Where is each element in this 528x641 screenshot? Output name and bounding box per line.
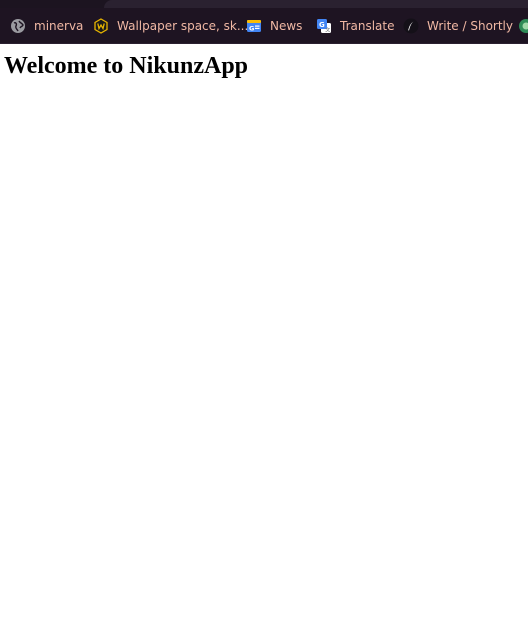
page-title: Welcome to NikunzApp — [4, 53, 249, 79]
google-news-icon: G — [246, 18, 262, 34]
active-tab-edge[interactable] — [104, 0, 528, 8]
bookmark-label: Wallpaper space, sk... — [117, 19, 249, 33]
bookmark-wallpaper-space[interactable]: Wallpaper space, sk... — [93, 8, 249, 43]
globe-icon — [10, 18, 26, 34]
wallpaper-shield-icon — [93, 18, 109, 34]
bookmark-label: Translate — [340, 19, 395, 33]
bookmark-news[interactable]: G News — [246, 8, 303, 43]
bookmarks-bar: minerva Wallpaper space, sk... G News G … — [0, 8, 528, 44]
bookmark-overflow-partial[interactable] — [518, 8, 528, 43]
browser-tab-strip — [0, 0, 528, 8]
feather-icon — [403, 18, 419, 34]
svg-text:文: 文 — [325, 27, 330, 34]
bookmark-minerva[interactable]: minerva — [10, 8, 84, 43]
bookmark-write-shortly[interactable]: Write / Shortly — [403, 8, 513, 43]
svg-text:G: G — [319, 21, 325, 29]
bookmark-translate[interactable]: G 文 Translate — [316, 8, 395, 43]
svg-text:G: G — [249, 25, 254, 33]
bookmark-label: minerva — [34, 19, 84, 33]
google-translate-icon: G 文 — [316, 18, 332, 34]
bookmark-label: Write / Shortly — [427, 19, 513, 33]
partial-green-icon — [518, 18, 528, 34]
bookmark-label: News — [270, 19, 303, 33]
